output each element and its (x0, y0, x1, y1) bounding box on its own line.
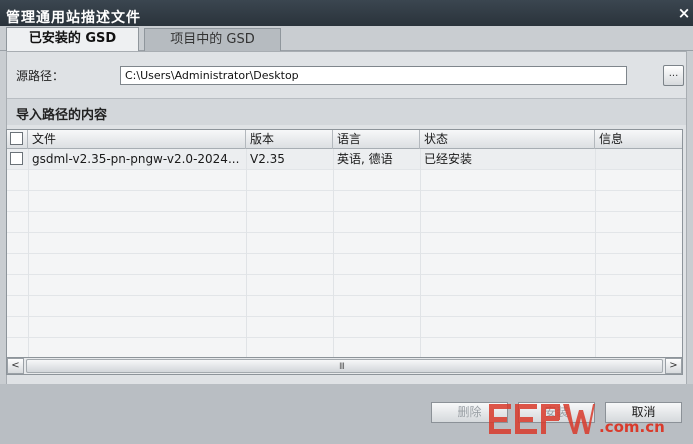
tab-bar: 已安装的 GSD 项目中的 GSD (0, 26, 693, 52)
browse-button[interactable]: ... (663, 65, 684, 86)
scrollbar-thumb[interactable]: III (26, 359, 663, 373)
cell-language: 英语, 德语 (337, 152, 393, 166)
table-row[interactable]: gsdml-v2.35-pn-pngw-v2.0-2024... V2.35 英… (7, 149, 682, 170)
empty-row (7, 212, 682, 233)
title-bar: 管理通用站描述文件 × (0, 0, 693, 26)
empty-row (7, 275, 682, 296)
select-all-checkbox[interactable] (10, 132, 23, 145)
table-header: 文件 版本 语言 状态 信息 (7, 130, 682, 149)
source-path-label: 源路径： (16, 69, 65, 83)
tab-project-gsd[interactable]: 项目中的 GSD (144, 28, 281, 51)
column-divider (595, 149, 596, 359)
column-divider (333, 149, 334, 359)
grip-icon: III (339, 362, 345, 372)
eepw-logo-icon (489, 404, 595, 434)
cell-file: gsdml-v2.35-pn-pngw-v2.0-2024... (32, 152, 240, 166)
header-select-all-cell (7, 130, 28, 149)
column-header-file[interactable]: 文件 (28, 130, 246, 149)
empty-row (7, 254, 682, 275)
empty-row (7, 191, 682, 212)
column-header-version[interactable]: 版本 (246, 130, 333, 149)
empty-row (7, 233, 682, 254)
cell-info (595, 149, 682, 170)
column-header-language[interactable]: 语言 (333, 130, 420, 149)
scroll-left-button[interactable]: < (7, 358, 24, 374)
source-path-input[interactable]: C:\Users\Administrator\Desktop (120, 66, 627, 85)
column-divider (28, 149, 29, 359)
watermark: .com.cn (487, 396, 693, 444)
watermark-domain: .com.cn (599, 418, 665, 436)
column-header-info[interactable]: 信息 (595, 130, 682, 149)
column-header-status[interactable]: 状态 (420, 130, 595, 149)
empty-row (7, 338, 682, 359)
dialog: 已安装的 GSD 项目中的 GSD 源路径： C:\Users\Administ… (0, 26, 693, 444)
empty-row (7, 317, 682, 338)
section-title: 导入路径的内容 (16, 108, 108, 123)
empty-row (7, 170, 682, 191)
empty-row (7, 296, 682, 317)
column-divider (420, 149, 421, 359)
section-header: 导入路径的内容 (7, 98, 686, 125)
gsd-table: 文件 版本 语言 状态 信息 gsdml-v2.35-pn-pngw-v2.0-… (6, 129, 683, 375)
window-title: 管理通用站描述文件 (6, 10, 141, 26)
scroll-right-button[interactable]: > (665, 358, 682, 374)
cell-version: V2.35 (250, 152, 285, 166)
column-divider (246, 149, 247, 359)
horizontal-scrollbar[interactable]: < III > (6, 357, 683, 375)
close-icon[interactable]: × (677, 6, 691, 21)
tab-installed-gsd[interactable]: 已安装的 GSD (6, 27, 139, 52)
cell-status: 已经安装 (424, 152, 473, 166)
row-checkbox[interactable] (10, 152, 23, 165)
